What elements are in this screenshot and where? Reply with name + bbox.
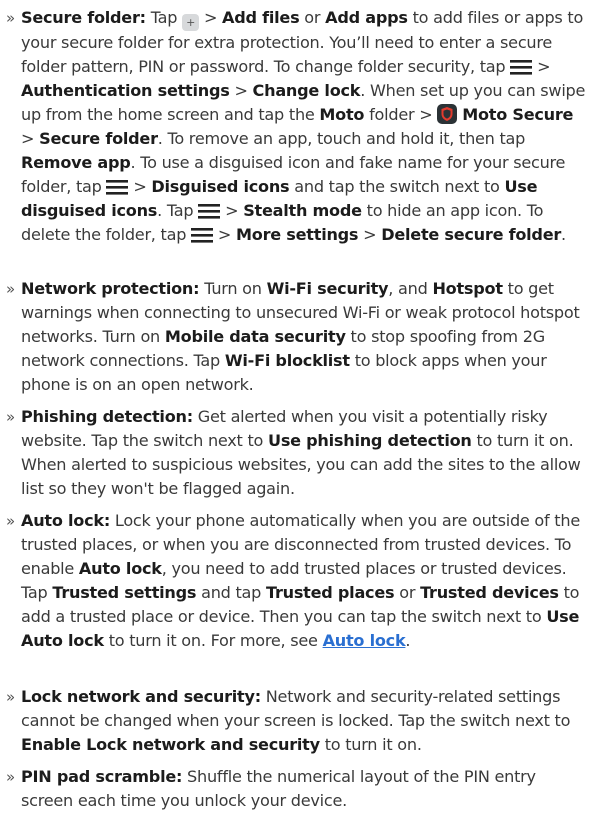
ui-term: More settings [236,225,359,244]
plus-icon: + [182,14,200,31]
text: > [358,225,382,244]
ui-term: Auto lock [78,559,162,578]
term-label: Secure folder: [21,8,146,27]
text: or [299,8,326,27]
term-label: Auto lock: [21,511,111,530]
text: Turn on [199,279,267,298]
text: and tap [196,583,266,602]
ui-term: Disguised icons [151,177,290,196]
ui-term: Add files [222,8,300,27]
menu-icon [510,60,533,75]
ui-term: Mobile data security [164,327,346,346]
ui-term: Change lock [252,81,361,100]
ui-term: Trusted devices [420,583,559,602]
text: to turn it on. [319,735,422,754]
text: > [532,57,551,76]
bullet: » [6,408,16,426]
ui-term: Moto [319,105,365,124]
phishing-paragraph: Phishing detection: Get alerted when you… [21,405,589,501]
ui-term: Moto Secure [462,105,574,124]
bullet: » [6,768,16,786]
bullet: » [6,512,16,530]
text: . To remove an app, touch and hold it, t… [157,129,526,148]
bullet: » [6,688,16,706]
term-label: Lock network and security: [21,687,261,706]
ui-term: Remove app [21,153,131,172]
ui-term: Trusted places [266,583,395,602]
text: . Tap [157,201,199,220]
ui-term: Delete secure folder [381,225,562,244]
term-label: PIN pad scramble: [21,767,183,786]
text: to turn it on. For more, see [103,631,323,650]
text: . [405,631,411,650]
pin-pad-paragraph: PIN pad scramble: Shuffle the numerical … [21,765,589,813]
ui-term: Trusted settings [52,583,197,602]
ui-term: Wi-Fi security [266,279,389,298]
lock-network-paragraph: Lock network and security: Network and s… [21,685,589,757]
ui-term: Use phishing detection [268,431,472,450]
text: , and [388,279,433,298]
document-page: » Secure folder: Tap + > Add files or Ad… [0,0,592,810]
term-label: Phishing detection: [21,407,193,426]
bullet: » [6,280,16,298]
secure-folder-paragraph: Secure folder: Tap + > Add files or Add … [21,6,589,247]
auto-lock-link[interactable]: Auto lock [323,631,406,650]
text: or [394,583,421,602]
text: > [21,129,40,148]
text: > [128,177,152,196]
text: > [229,81,253,100]
shield-icon [437,104,458,124]
text: Tap [145,8,183,27]
term-label: Network protection: [21,279,200,298]
text: . [561,225,566,244]
menu-icon [106,180,129,195]
text: and tap the switch next to [289,177,505,196]
network-protection-paragraph: Network protection: Turn on Wi-Fi securi… [21,277,589,397]
menu-icon [198,204,221,219]
ui-term: Hotspot [432,279,503,298]
ui-term: Stealth mode [243,201,362,220]
ui-term: Enable Lock network and security [21,735,320,754]
ui-term: Secure folder [39,129,158,148]
text: > [220,201,244,220]
auto-lock-paragraph: Auto lock: Lock your phone automatically… [21,509,589,653]
menu-icon [191,228,214,243]
bullet: » [6,9,16,27]
text: folder > [364,105,438,124]
text: > [199,8,223,27]
ui-term: Wi-Fi blocklist [224,351,350,370]
ui-term: Add apps [325,8,408,27]
text: > [213,225,237,244]
ui-term: Authentication settings [21,81,230,100]
